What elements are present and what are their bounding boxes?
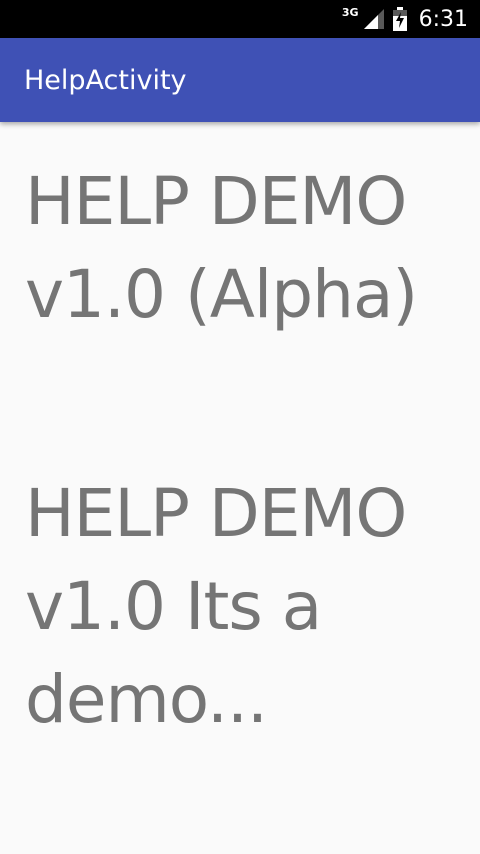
battery-icon (392, 7, 407, 31)
status-bar: 3G 6:31 (0, 0, 480, 38)
help-description-text: HELP DEMO v1.0 Its a demo... (25, 475, 407, 738)
app-title: HelpActivity (24, 64, 187, 96)
app-bar: HelpActivity (0, 38, 480, 122)
signal-icon (363, 8, 385, 30)
status-icons: 3G 6:31 (341, 5, 468, 32)
help-title-text: HELP DEMO v1.0 (Alpha) (25, 163, 418, 333)
network-type-label: 3G (341, 5, 359, 19)
screen: 3G 6:31 HelpActivity HELP DEMO v1.0 (Alp… (0, 0, 480, 854)
help-content: HELP DEMO v1.0 (Alpha) HELP DEMO v1.0 It… (0, 122, 480, 854)
status-clock: 6:31 (418, 6, 468, 32)
